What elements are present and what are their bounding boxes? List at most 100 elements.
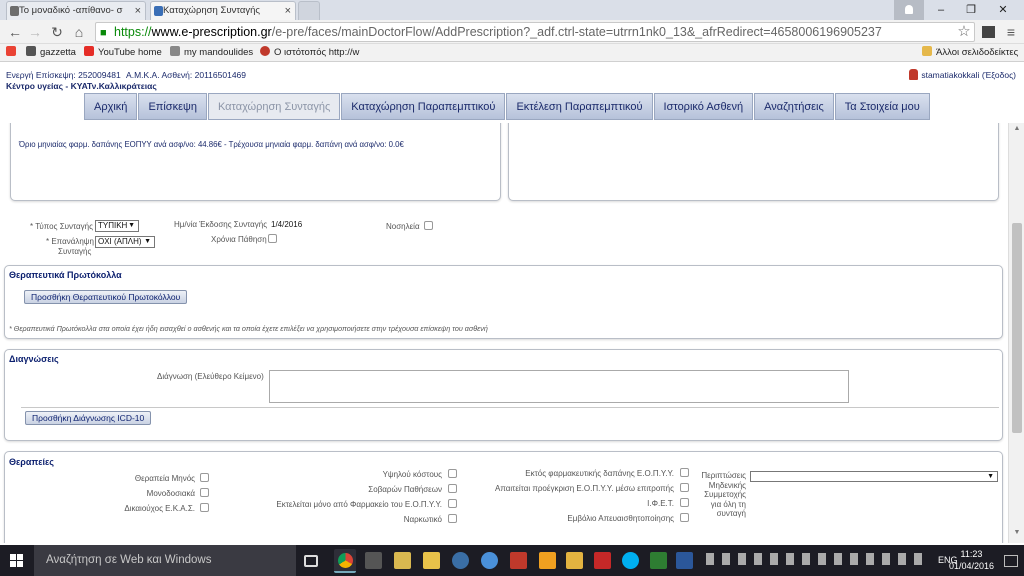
mandoulides-icon bbox=[170, 46, 180, 56]
dropdown-arrow-icon: ▼ bbox=[987, 473, 994, 480]
minimize-button[interactable]: – bbox=[926, 0, 956, 20]
ifet-checkbox[interactable] bbox=[680, 498, 689, 507]
repeat-label-2: Συνταγής bbox=[58, 247, 92, 256]
tray-icons[interactable] bbox=[706, 553, 926, 565]
other-bookmarks[interactable]: Άλλοι σελιδοδείκτες bbox=[922, 46, 1018, 60]
scrollbar-thumb[interactable] bbox=[1012, 223, 1022, 433]
pdf-icon[interactable] bbox=[594, 552, 611, 569]
menu-patient-history[interactable]: Ιστορικό Ασθενή bbox=[653, 93, 754, 120]
folder-icon[interactable] bbox=[423, 552, 440, 569]
divider bbox=[21, 407, 999, 408]
calculator-icon[interactable] bbox=[365, 552, 382, 569]
tab-close-icon[interactable]: × bbox=[135, 2, 141, 20]
taskbar-clock[interactable]: 11:23 01/04/2016 bbox=[949, 548, 994, 572]
add-protocol-button[interactable]: Προσθήκη Θεραπευτικού Πρωτοκόλλου bbox=[24, 290, 188, 304]
ekas-checkbox[interactable] bbox=[200, 503, 209, 512]
windows-start-icon[interactable] bbox=[10, 554, 24, 568]
vaccine-checkbox[interactable] bbox=[680, 513, 689, 522]
app-icon[interactable] bbox=[481, 552, 498, 569]
scroll-up-icon[interactable]: ▲ bbox=[1012, 125, 1022, 135]
home-icon[interactable]: ⌂ bbox=[70, 23, 88, 41]
serious-conditions-checkbox[interactable] bbox=[448, 484, 457, 493]
app-icon[interactable] bbox=[539, 552, 556, 569]
monthly-therapy-checkbox[interactable] bbox=[200, 473, 209, 482]
add-icd10-button[interactable]: Προσθήκη Διάγνωσης ICD-10 bbox=[25, 411, 152, 425]
bookmark-youtube[interactable]: YouTube home bbox=[84, 46, 162, 60]
amka-value: 20116501469 bbox=[194, 70, 246, 80]
close-window-button[interactable]: ✕ bbox=[988, 0, 1018, 20]
files-icon[interactable] bbox=[394, 552, 411, 569]
chronic-checkbox[interactable] bbox=[268, 234, 277, 243]
narcotic-checkbox[interactable] bbox=[448, 514, 457, 523]
word-icon[interactable] bbox=[676, 552, 693, 569]
restore-button[interactable]: ❐ bbox=[956, 0, 986, 20]
extension-icon[interactable] bbox=[979, 23, 997, 41]
tab-0[interactable]: Το μοναδικό -απίθανο- σ × bbox=[6, 1, 146, 20]
menu-add-prescription[interactable]: Καταχώρηση Συνταγής bbox=[207, 93, 341, 120]
scroll-down-icon[interactable]: ▼ bbox=[1012, 529, 1022, 539]
chrome-menu-icon[interactable]: ≡ bbox=[1002, 23, 1020, 41]
reload-icon[interactable]: ↻ bbox=[48, 23, 66, 41]
bookmark-apps[interactable] bbox=[6, 46, 20, 60]
task-view-icon[interactable] bbox=[304, 555, 318, 567]
menu-execute-referral[interactable]: Εκτέλεση Παραπεμπτικού bbox=[506, 93, 653, 120]
diagnosis-freetext-input[interactable] bbox=[269, 370, 849, 403]
therapy-option-label: Μονοδοσιακά bbox=[146, 489, 195, 498]
skype-icon[interactable] bbox=[622, 552, 639, 569]
visit-label: Ενεργή Επίσκεψη: bbox=[6, 70, 76, 80]
menu-visit[interactable]: Επίσκεψη bbox=[138, 93, 207, 120]
forward-icon[interactable]: → bbox=[26, 23, 44, 41]
bookmark-star-icon[interactable]: ☆ bbox=[955, 23, 973, 41]
other-bookmarks-label: Άλλοι σελιδοδείκτες bbox=[936, 47, 1019, 58]
therapy-option-label: Ναρκωτικό bbox=[403, 515, 442, 524]
diagnoses-title: Διαγνώσεις bbox=[9, 354, 59, 364]
site-favicon-icon bbox=[10, 6, 19, 16]
bookmark-gazzetta[interactable]: gazzetta bbox=[26, 46, 76, 60]
issue-date-value: 1/4/2016 bbox=[271, 220, 303, 229]
hospital-checkbox[interactable] bbox=[424, 221, 433, 230]
therapy-option-label: Εκτός φαρμακευτικής δαπάνης Ε.Ο.Π.Υ.Υ. bbox=[525, 469, 674, 478]
gazzetta-icon bbox=[26, 46, 36, 56]
browser-toolbar: ← → ↻ ⌂ ■ https://www.e-prescription.gr/… bbox=[0, 20, 1024, 44]
app-icon[interactable] bbox=[452, 552, 469, 569]
new-tab-button[interactable] bbox=[298, 1, 320, 20]
limits-panel: Όριο μηνιαίας φαρμ. δαπάνης ΕΟΠΥΥ ανά ασ… bbox=[10, 123, 501, 201]
menu-my-details[interactable]: Τα Στοιχεία μου bbox=[834, 93, 930, 120]
taskbar-search[interactable]: Αναζήτηση σε Web και Windows bbox=[34, 545, 296, 576]
page-scrollbar[interactable]: ▲ ▼ bbox=[1008, 123, 1024, 543]
repeat-select[interactable]: ΟΧΙ (ΑΠΛΗ) ▼ bbox=[95, 236, 155, 248]
logout-link[interactable]: (Έξοδος) bbox=[982, 70, 1016, 80]
label-line: για όλη τη bbox=[710, 499, 746, 509]
hospital-label: Νοσηλεία bbox=[386, 222, 420, 231]
zero-participation-select[interactable]: ▼ bbox=[750, 471, 998, 482]
bookmark-mandoulides[interactable]: my mandoulides bbox=[170, 46, 253, 60]
tab-close-icon[interactable]: × bbox=[285, 2, 291, 20]
menu-searches[interactable]: Αναζητήσεις bbox=[754, 93, 834, 120]
user-name: stamatiakokkali bbox=[921, 70, 980, 80]
menu-add-referral[interactable]: Καταχώρηση Παραπεμπτικού bbox=[341, 93, 506, 120]
tab-1[interactable]: Καταχώρηση Συνταγής × bbox=[150, 1, 296, 20]
notifications-icon[interactable] bbox=[1004, 555, 1018, 567]
pre-approval-checkbox[interactable] bbox=[680, 483, 689, 492]
bookmark-label: gazzetta bbox=[40, 47, 76, 58]
site-favicon-icon bbox=[154, 6, 163, 16]
app-icon[interactable] bbox=[510, 552, 527, 569]
prescription-type-select[interactable]: ΤΥΠΙΚΗ ▼ bbox=[95, 220, 139, 232]
address-bar[interactable]: ■ https://www.e-prescription.gr/e-pre/fa… bbox=[95, 22, 975, 42]
high-cost-checkbox[interactable] bbox=[448, 469, 457, 478]
main-menu: Αρχική Επίσκεψη Καταχώρηση Συνταγής Κατα… bbox=[84, 93, 930, 120]
user-profile-icon[interactable] bbox=[894, 0, 924, 20]
user-info: stamatiakokkali (Έξοδος) bbox=[909, 69, 1016, 80]
eopyy-pharmacy-checkbox[interactable] bbox=[448, 499, 457, 508]
repeat-label: * Επανάληψη bbox=[46, 237, 94, 246]
excel-icon[interactable] bbox=[650, 552, 667, 569]
chrome-taskbar-icon[interactable] bbox=[334, 549, 356, 573]
outside-expense-checkbox[interactable] bbox=[680, 468, 689, 477]
therapy-option-label: Δικαιούχος Ε.Κ.Α.Σ. bbox=[124, 504, 195, 513]
bookmark-site[interactable]: Ο ιστότοπός http://w bbox=[260, 46, 359, 60]
therapies-panel: Θεραπείες Θεραπεία Μηνός Μονοδοσιακά Δικ… bbox=[4, 451, 1003, 543]
app-icon[interactable] bbox=[566, 552, 583, 569]
single-dose-checkbox[interactable] bbox=[200, 488, 209, 497]
menu-home[interactable]: Αρχική bbox=[84, 93, 138, 120]
back-icon[interactable]: ← bbox=[6, 23, 24, 41]
